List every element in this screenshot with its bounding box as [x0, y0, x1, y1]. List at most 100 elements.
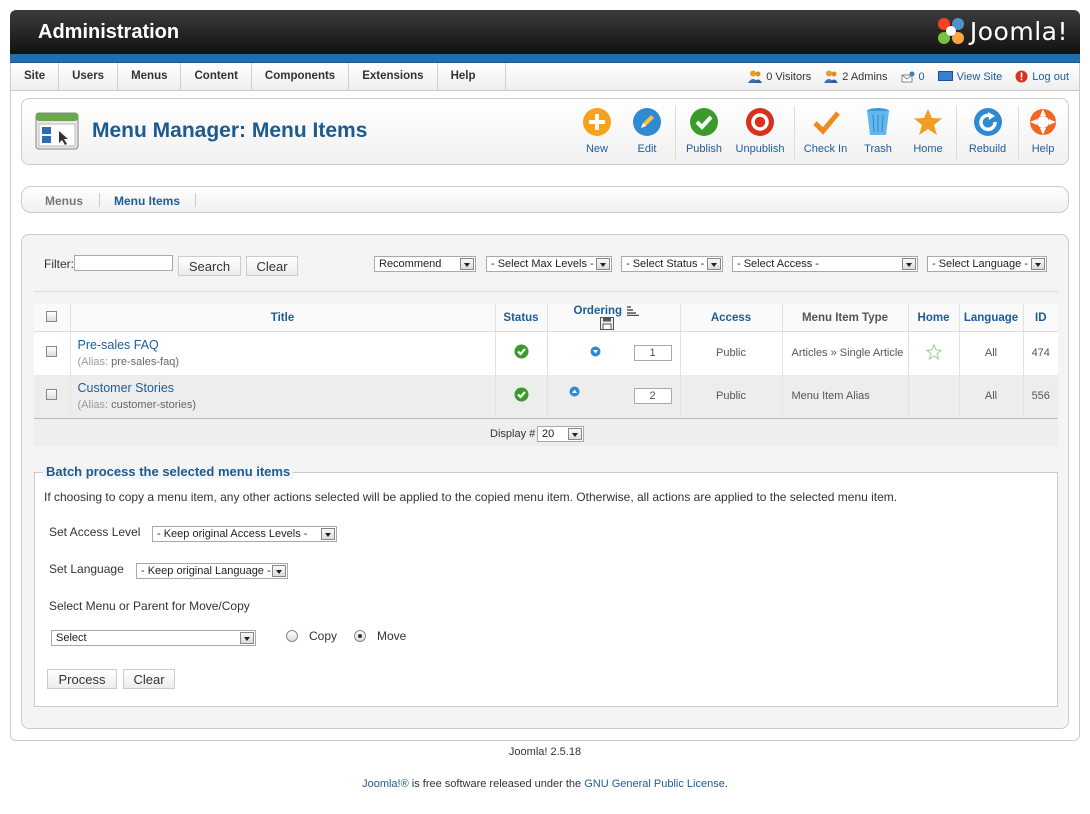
batch-clear-button[interactable]: Clear: [123, 669, 175, 689]
chevron-down-icon: [568, 427, 582, 440]
license-link[interactable]: GNU General Public License: [584, 778, 725, 790]
menu-components[interactable]: Components: [252, 63, 350, 90]
access-select[interactable]: - Select Access -: [732, 256, 918, 272]
type-column-header: Menu Item Type: [782, 304, 909, 332]
batch-tip: If choosing to copy a menu item, any oth…: [44, 490, 898, 504]
published-icon[interactable]: [514, 387, 529, 402]
home-label: Home: [913, 143, 943, 155]
menu-extensions[interactable]: Extensions: [349, 63, 438, 90]
status-column-header[interactable]: Status: [495, 304, 548, 332]
move-up-icon[interactable]: [569, 386, 580, 397]
publish-button[interactable]: Publish: [679, 106, 729, 160]
license-end: .: [724, 778, 728, 790]
batch-move-value: Select: [56, 632, 87, 644]
process-button[interactable]: Process: [47, 669, 117, 689]
filter-search-input[interactable]: [74, 255, 173, 271]
menu-content[interactable]: Content: [181, 63, 252, 90]
batch-language-select[interactable]: - Keep original Language -: [136, 563, 288, 579]
license-footer: Joomla!® is free software released under…: [0, 778, 1090, 790]
max-levels-value: - Select Max Levels -: [491, 258, 594, 270]
menu-help[interactable]: Help: [438, 63, 507, 90]
chevron-down-icon: [321, 528, 335, 540]
submenu-menu-items[interactable]: Menu Items: [114, 194, 180, 208]
status-select[interactable]: - Select Status -: [621, 256, 723, 272]
item-title-link[interactable]: Customer Stories: [78, 381, 494, 395]
checkin-label: Check In: [803, 143, 848, 155]
item-alias: (Alias: customer-stories): [78, 399, 494, 411]
refresh-icon: [973, 108, 1002, 136]
item-language: All: [959, 374, 1024, 418]
row-checkbox[interactable]: [46, 389, 58, 400]
display-limit-select[interactable]: 20: [537, 425, 584, 442]
home-button[interactable]: Home: [903, 106, 953, 160]
search-button[interactable]: Search: [178, 256, 241, 276]
published-icon[interactable]: [514, 344, 529, 359]
row-checkbox[interactable]: [46, 346, 58, 358]
table-row: Customer Stories (Alias: customer-storie…: [34, 374, 1058, 418]
submenu-divider: [195, 193, 196, 207]
checkin-button[interactable]: Check In: [798, 106, 853, 160]
submenu-menus[interactable]: Menus: [45, 194, 83, 208]
filter-label: Filter:: [44, 257, 74, 271]
chevron-down-icon: [902, 258, 916, 270]
copy-radio[interactable]: [286, 630, 298, 642]
lifebuoy-icon: [1030, 109, 1056, 135]
admin-header: Administration Joomla!: [10, 10, 1080, 54]
batch-access-select[interactable]: - Keep original Access Levels -: [152, 526, 337, 542]
menu-menus[interactable]: Menus: [118, 63, 182, 90]
clear-filter-button[interactable]: Clear: [246, 256, 298, 276]
select-all-checkbox[interactable]: [46, 310, 58, 322]
joomla-logo-icon: [937, 18, 964, 44]
home-column-header[interactable]: Home: [908, 304, 960, 332]
logout-label: Log out: [1032, 70, 1069, 83]
logout-icon: [1015, 70, 1028, 83]
batch-move-select[interactable]: Select: [51, 630, 256, 646]
id-column-header[interactable]: ID: [1023, 304, 1058, 332]
item-access: Public: [680, 331, 783, 375]
move-down-icon[interactable]: [590, 346, 601, 357]
help-button[interactable]: Help: [1022, 106, 1064, 160]
messages-count: 0: [918, 70, 925, 83]
toolbar-divider: [794, 106, 795, 160]
default-home-star-icon[interactable]: [925, 343, 942, 360]
unpublish-button[interactable]: Unpublish: [729, 106, 791, 160]
max-levels-select[interactable]: - Select Max Levels -: [486, 256, 612, 272]
trash-button[interactable]: Trash: [853, 106, 903, 160]
chevron-down-icon: [1031, 258, 1045, 270]
main-panel: Filter: Search Clear Recommend - Select …: [21, 234, 1069, 729]
edit-button[interactable]: Edit: [622, 106, 672, 160]
language-select[interactable]: - Select Language -: [927, 256, 1047, 272]
messages-status[interactable]: 0: [901, 71, 925, 83]
visitors-icon: [748, 70, 763, 83]
version-footer: Joomla! 2.5.18: [508, 746, 582, 758]
logout-link[interactable]: Log out: [1015, 70, 1069, 83]
rebuild-button[interactable]: Rebuild: [960, 106, 1015, 160]
menu-site[interactable]: Site: [11, 63, 60, 90]
submenu-divider: [99, 193, 100, 207]
header-accent-bar: [10, 54, 1080, 63]
order-input[interactable]: 2: [633, 387, 672, 404]
chevron-down-icon: [460, 258, 474, 270]
alias-value: pre-sales-faq): [111, 356, 179, 369]
table-header-row: Title Status Ordering Access Menu Item T…: [34, 304, 1058, 332]
language-select-value: - Select Language -: [932, 258, 1029, 270]
sort-icon: [627, 306, 640, 317]
ordering-column-header[interactable]: Ordering: [547, 304, 681, 332]
batch-access-value: - Keep original Access Levels -: [157, 528, 308, 540]
item-title-link[interactable]: Pre-sales FAQ: [78, 338, 494, 352]
move-radio[interactable]: [354, 630, 366, 642]
pencil-icon: [633, 108, 661, 136]
order-input[interactable]: 1: [633, 345, 672, 361]
check-circle-icon: [690, 108, 718, 136]
menu-users[interactable]: Users: [59, 63, 119, 90]
pagination-footer: Display # 20: [34, 417, 1058, 446]
new-button[interactable]: New: [572, 106, 622, 160]
view-site-link[interactable]: View Site: [937, 71, 1002, 83]
batch-move-label: Select Menu or Parent for Move/Copy: [49, 599, 250, 613]
access-column-header[interactable]: Access: [680, 304, 783, 332]
save-order-icon[interactable]: [599, 317, 614, 330]
language-column-header[interactable]: Language: [959, 304, 1024, 332]
menu-select[interactable]: Recommend: [374, 256, 476, 272]
joomla-link[interactable]: Joomla!®: [362, 778, 409, 790]
title-column-header[interactable]: Title: [70, 304, 496, 332]
